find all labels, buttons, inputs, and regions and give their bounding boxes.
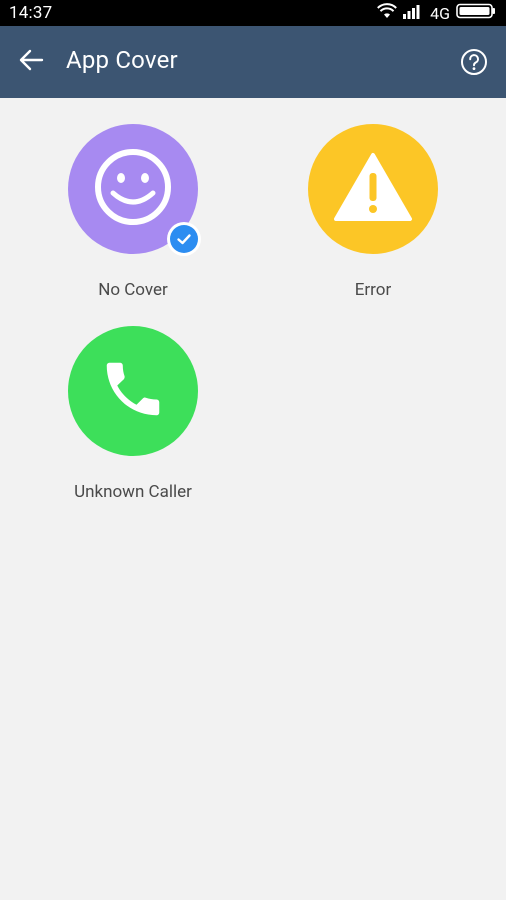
status-icons: 4G xyxy=(377,3,496,23)
checkmark-icon xyxy=(170,225,198,253)
cover-circle-error[interactable] xyxy=(308,124,438,254)
back-button[interactable] xyxy=(14,47,48,77)
help-circle-icon xyxy=(460,49,488,80)
status-bar: 14:37 4G xyxy=(0,0,506,26)
page-title: App Cover xyxy=(66,46,178,74)
battery-icon xyxy=(456,3,496,23)
smiley-icon xyxy=(93,147,173,231)
cover-option-unknown-caller[interactable]: Unknown Caller xyxy=(13,326,253,502)
cover-option-no-cover[interactable]: No Cover xyxy=(13,124,253,300)
network-type: 4G xyxy=(430,3,450,23)
status-time: 14:37 xyxy=(9,3,53,23)
cover-circle-no-cover[interactable] xyxy=(68,124,201,256)
phone-icon xyxy=(98,354,168,428)
selected-badge xyxy=(167,222,201,256)
cover-option-error[interactable]: Error xyxy=(253,124,493,300)
wifi-icon xyxy=(377,3,398,23)
cover-label-no-cover: No Cover xyxy=(98,280,168,300)
cover-grid: No Cover Error Unknown Caller xyxy=(0,98,506,900)
cover-label-unknown-caller: Unknown Caller xyxy=(74,482,192,502)
signal-icon xyxy=(403,3,423,23)
cover-circle-unknown-caller[interactable] xyxy=(68,326,198,456)
arrow-left-icon xyxy=(18,48,44,76)
help-button[interactable] xyxy=(460,48,488,76)
app-bar: App Cover xyxy=(0,26,506,98)
warning-icon xyxy=(332,151,414,227)
cover-label-error: Error xyxy=(354,280,392,300)
